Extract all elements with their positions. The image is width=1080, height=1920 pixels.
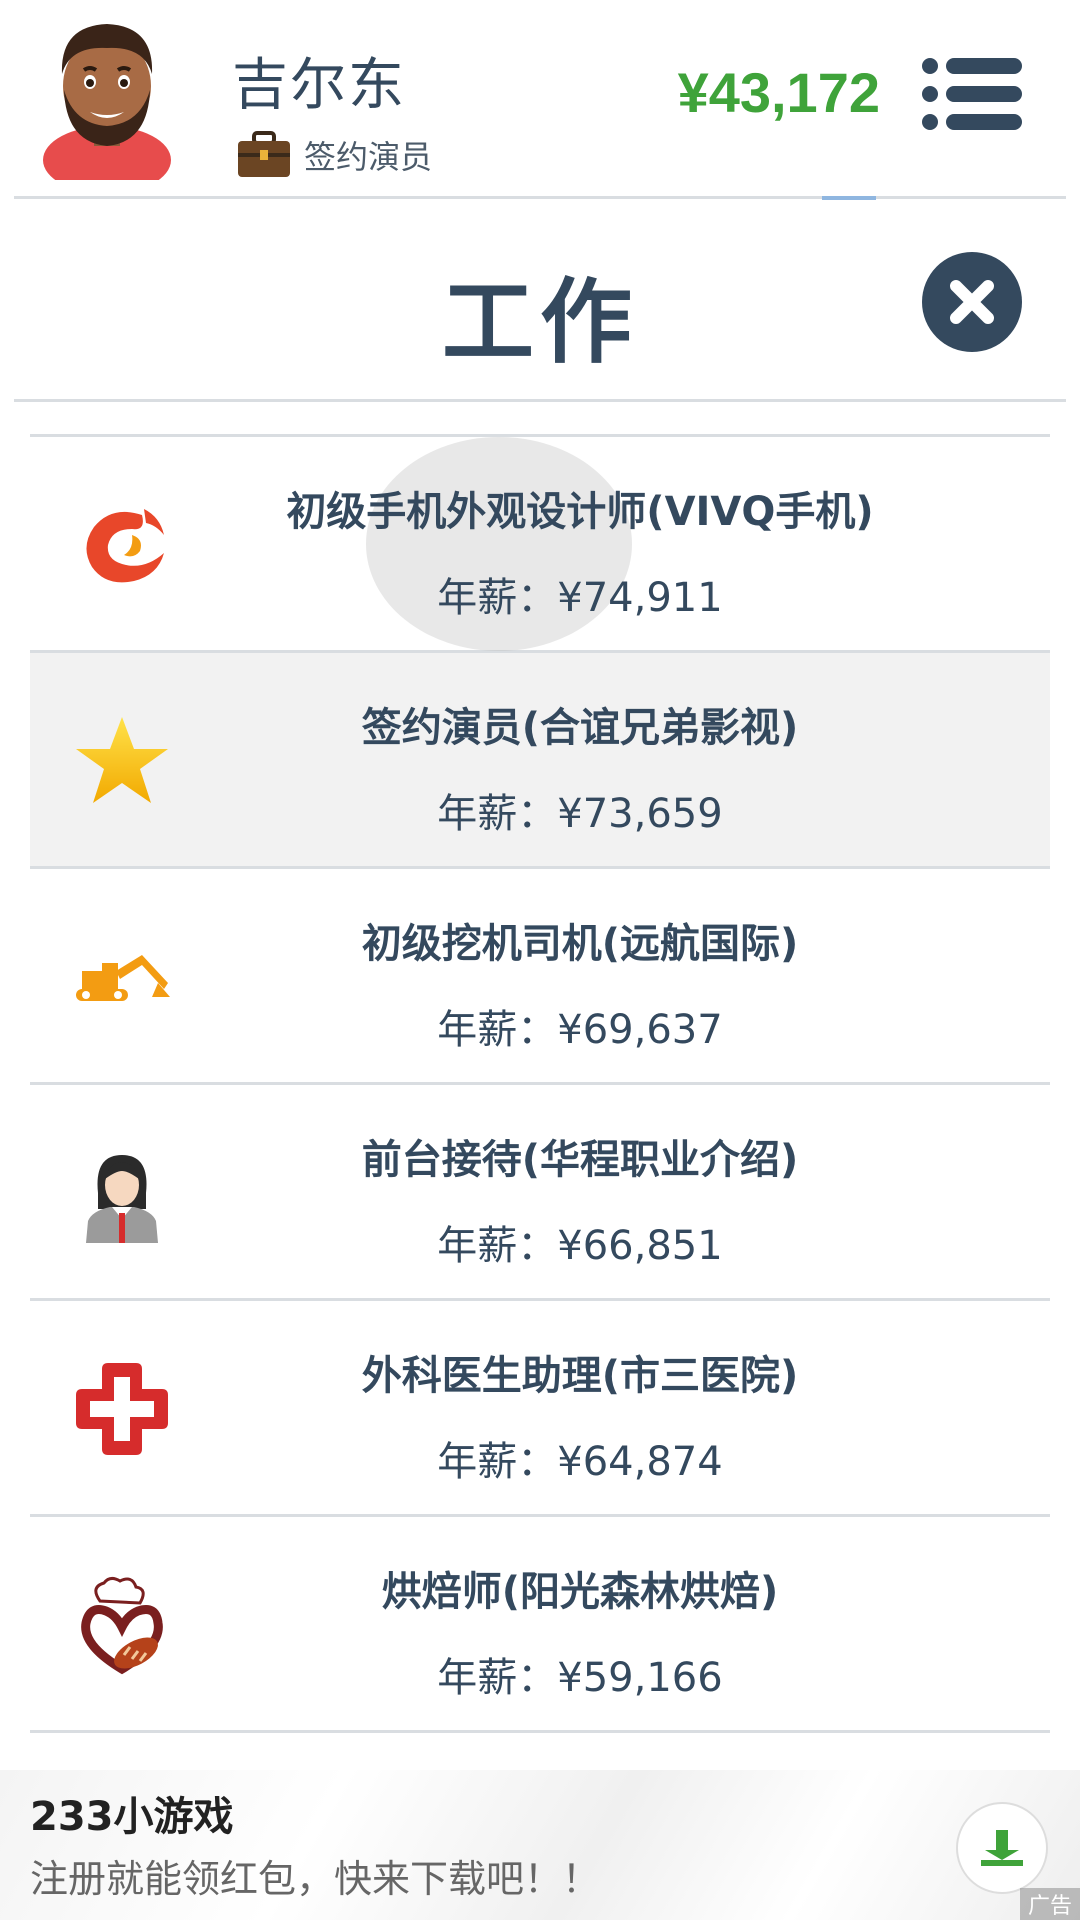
job-list: 初级手机外观设计师(VIVQ手机) 年薪：¥74,911 签约演员(合谊兄弟影视… xyxy=(30,434,1050,1733)
ad-tag-label: 广告 xyxy=(1027,1894,1072,1919)
page-title: 工作 xyxy=(441,269,638,376)
current-job-label: 签约演员 xyxy=(304,138,433,176)
avatar[interactable] xyxy=(40,12,174,180)
job-title: 签约演员(合谊兄弟影视) xyxy=(361,705,799,751)
job-salary: 年薪：¥73,659 xyxy=(437,791,723,837)
job-salary: 年薪：¥64,874 xyxy=(437,1439,723,1485)
ad-title: 233小游戏 xyxy=(30,1794,234,1840)
job-item[interactable]: 外科医生助理(市三医院) 年薪：¥64,874 xyxy=(30,1301,1050,1517)
job-item[interactable]: 初级手机外观设计师(VIVQ手机) 年薪：¥74,911 xyxy=(30,437,1050,653)
download-icon xyxy=(981,1830,1023,1866)
briefcase-icon xyxy=(238,131,290,177)
current-job: 签约演员 xyxy=(236,130,432,180)
job-title: 前台接待(华程职业介绍) xyxy=(361,1137,799,1183)
job-salary: 年薪：¥69,637 xyxy=(437,1007,723,1053)
header-divider xyxy=(14,196,1066,199)
header-accent xyxy=(822,196,876,200)
player-name: 吉尔东 xyxy=(232,53,406,118)
close-icon xyxy=(950,280,994,324)
job-title: 烘焙师(阳光森林烘焙) xyxy=(381,1569,779,1615)
job-item[interactable]: 签约演员(合谊兄弟影视) 年薪：¥73,659 xyxy=(30,653,1050,869)
job-salary: 年薪：¥74,911 xyxy=(437,575,723,621)
money-balance: ¥43,172 xyxy=(677,61,880,124)
title-divider xyxy=(14,399,1066,402)
job-salary: 年薪：¥66,851 xyxy=(437,1223,723,1269)
job-item[interactable]: 初级挖机司机(远航国际) 年薪：¥69,637 xyxy=(30,869,1050,1085)
menu-icon[interactable] xyxy=(920,54,1024,134)
ad-description: 注册就能领红包，快来下载吧！！ xyxy=(30,1857,601,1901)
ad-banner[interactable]: 233小游戏 注册就能领红包，快来下载吧！！ 广告 xyxy=(0,1770,1080,1920)
job-salary: 年薪：¥59,166 xyxy=(437,1655,723,1701)
close-button[interactable] xyxy=(922,252,1022,352)
job-title: 初级手机外观设计师(VIVQ手机) xyxy=(286,489,874,535)
job-title: 外科医生助理(市三医院) xyxy=(361,1353,799,1399)
job-item[interactable]: 前台接待(华程职业介绍) 年薪：¥66,851 xyxy=(30,1085,1050,1301)
status-header: 吉尔东 签约演员 ¥43,172 xyxy=(0,0,1080,196)
download-button[interactable] xyxy=(956,1802,1048,1894)
ad-tag: 广告 xyxy=(1019,1888,1080,1920)
job-item[interactable]: 烘焙师(阳光森林烘焙) 年薪：¥59,166 xyxy=(30,1517,1050,1733)
job-title: 初级挖机司机(远航国际) xyxy=(361,921,799,967)
